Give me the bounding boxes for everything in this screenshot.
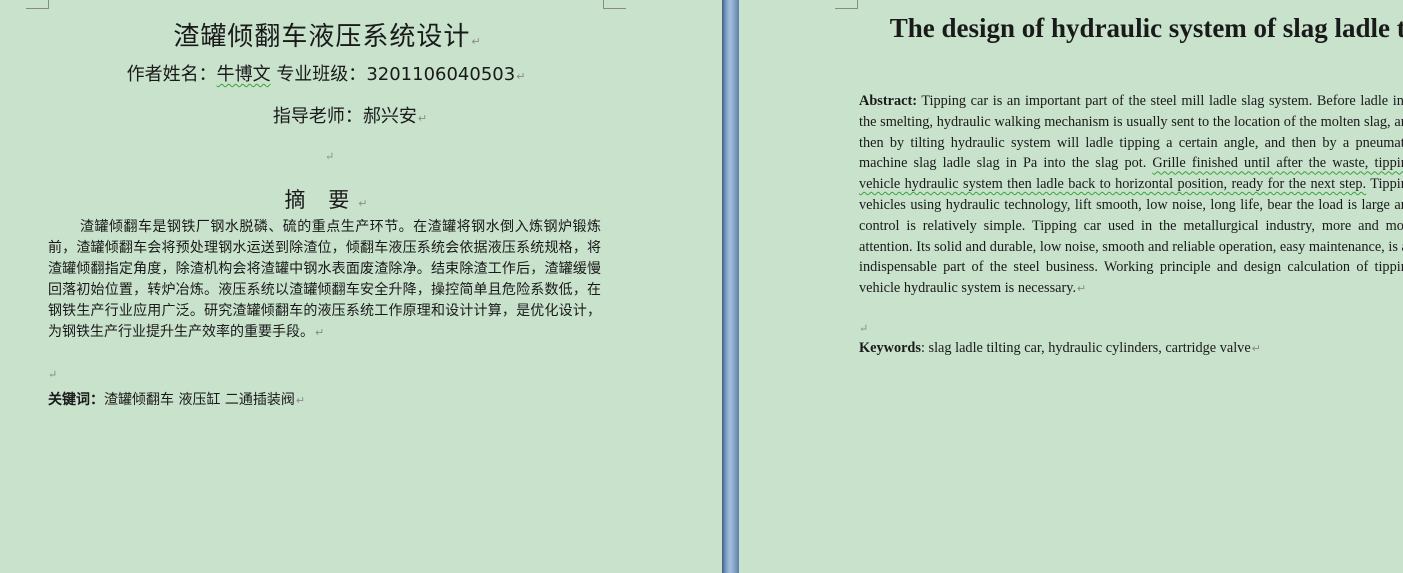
paragraph-mark: ↵ <box>1251 343 1261 355</box>
paragraph-mark: ↵ <box>48 368 58 381</box>
keywords-label-cn: 关键词： <box>48 392 104 408</box>
class-label: 专业班级： <box>276 64 367 85</box>
keywords-cn: 关键词：渣罐倾翻车 液压缸 二通插装阀↵ <box>48 389 305 409</box>
english-title: The design of hydraulic system of slag l… <box>855 8 1403 55</box>
abstract-body-cn: 渣罐倾翻车是钢铁厂钢水脱磷、硫的重点生产环节。在渣罐将钢水倒入炼钢炉锻炼前，渣罐… <box>48 217 601 343</box>
abstract-text-2: Tipping vehicles using hydraulic technol… <box>859 176 1403 297</box>
crop-mark-top-left <box>26 0 49 9</box>
class-value: 3201106040503 <box>366 64 516 85</box>
advisor-line: 指导老师：郝兴安↵ <box>0 102 700 128</box>
abstract-heading-text: 摘 要 <box>284 188 358 212</box>
author-label: 作者姓名： <box>126 64 217 85</box>
keywords-value-en: : slag ladle tilting car, hydraulic cyli… <box>920 340 1251 356</box>
chinese-page[interactable]: 渣罐倾翻车液压系统设计↵ 作者姓名：牛博文 专业班级：3201106040503… <box>0 0 722 573</box>
page-gutter <box>722 0 739 573</box>
crop-mark-top-right <box>603 0 626 9</box>
paragraph-mark: ↵ <box>315 325 325 339</box>
abstract-label-en: Abstract: <box>859 93 917 109</box>
paragraph-mark: ↵ <box>1077 283 1087 296</box>
advisor-label: 指导老师： <box>272 106 363 127</box>
keywords-label-en: Keywords <box>859 340 921 356</box>
paragraph-mark: ↵ <box>325 150 335 163</box>
paragraph-mark: ↵ <box>516 70 526 83</box>
paragraph-mark: ↵ <box>358 197 368 210</box>
paragraph-mark: ↵ <box>859 322 869 335</box>
author-name: 牛博文 <box>216 64 271 85</box>
keywords-value-cn: 渣罐倾翻车 液压缸 二通插装阀 <box>104 392 295 408</box>
chinese-title-text: 渣罐倾翻车液压系统设计 <box>173 22 471 52</box>
abstract-heading-cn: 摘 要↵ <box>0 184 652 214</box>
paragraph-mark: ↵ <box>471 35 482 48</box>
english-title-text: The design of hydraulic system of slag l… <box>889 13 1403 43</box>
advisor-name: 郝兴安 <box>362 106 417 127</box>
abstract-body-cn-text: 渣罐倾翻车是钢铁厂钢水脱磷、硫的重点生产环节。在渣罐将钢水倒入炼钢炉锻炼前，渣罐… <box>48 219 601 340</box>
abstract-en: Abstract: Tipping car is an important pa… <box>859 91 1403 300</box>
paragraph-mark: ↵ <box>417 112 428 125</box>
paragraph-mark: ↵ <box>295 394 306 407</box>
chinese-title: 渣罐倾翻车液压系统设计↵ <box>0 16 655 53</box>
keywords-en: Keywords: slag ladle tilting car, hydrau… <box>859 340 1261 357</box>
author-line: 作者姓名：牛博文 专业班级：3201106040503↵ <box>0 60 652 86</box>
english-page[interactable]: The design of hydraulic system of slag l… <box>739 0 1403 573</box>
